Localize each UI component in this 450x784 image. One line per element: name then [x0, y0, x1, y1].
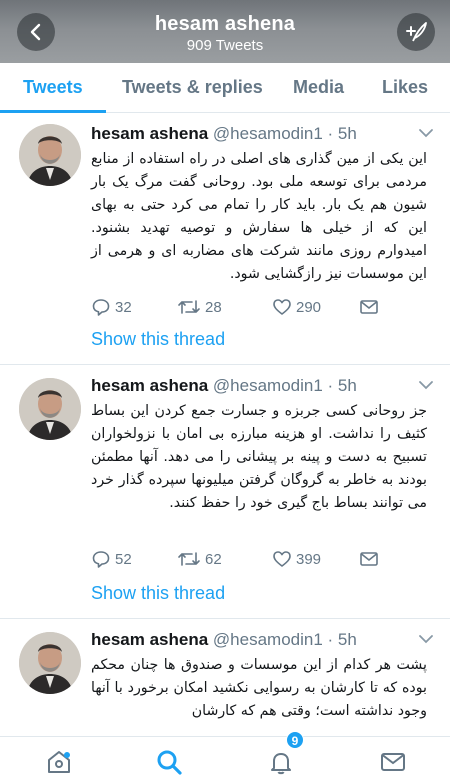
- tweet-count: 909 Tweets: [186, 37, 264, 54]
- tweet-text: این یکی از مین گذاری های اصلی در راه است…: [91, 151, 427, 282]
- retweet-count: 28: [205, 298, 222, 316]
- like-button[interactable]: 290: [272, 297, 321, 317]
- author-handle[interactable]: @hesamodin1: [213, 376, 323, 395]
- tweet-text: پشت هر کدام از این موسسات و صندوق ها چنا…: [91, 657, 427, 719]
- notifications-badge: 9: [286, 731, 304, 749]
- like-count: 399: [296, 550, 322, 568]
- show-thread-link[interactable]: Show this thread: [91, 329, 225, 350]
- show-thread-link[interactable]: Show this thread: [91, 583, 225, 604]
- tweet-time: · 5h: [327, 124, 357, 143]
- reply-icon: [92, 551, 110, 568]
- heart-icon: [273, 551, 291, 567]
- tab-tweets[interactable]: Tweets: [23, 77, 83, 98]
- retweet-button[interactable]: 62: [177, 549, 222, 569]
- tab-likes[interactable]: Likes: [382, 77, 428, 98]
- author-handle[interactable]: @hesamodin1: [213, 124, 323, 143]
- mail-icon: [381, 753, 405, 771]
- chevron-down-icon: [419, 129, 433, 138]
- share-dm-button[interactable]: [359, 297, 383, 317]
- nav-messages[interactable]: [377, 746, 409, 778]
- reply-icon: [92, 299, 110, 316]
- tweet-actions: 32 28 290: [91, 297, 391, 319]
- tweet-header: hesam ashena @hesamodin1 · 5h: [91, 630, 357, 650]
- tweet[interactable]: hesam ashena @hesamodin1 · 5h پشت هر کدا…: [0, 620, 450, 736]
- reply-button[interactable]: 32: [91, 297, 132, 317]
- tweet[interactable]: hesam ashena @hesamodin1 · 5h این یکی از…: [0, 114, 450, 365]
- author-name[interactable]: hesam ashena: [91, 376, 208, 395]
- tab-media[interactable]: Media: [293, 77, 344, 98]
- chevron-down-icon: [419, 381, 433, 390]
- compose-icon: [406, 22, 427, 42]
- profile-name: hesam ashena: [154, 13, 296, 35]
- retweet-button[interactable]: 28: [177, 297, 222, 317]
- home-icon: [48, 751, 70, 773]
- tweet[interactable]: hesam ashena @hesamodin1 · 5h جز روحانی …: [0, 366, 450, 619]
- reply-count: 52: [115, 550, 132, 568]
- tweet-text: جز روحانی کسی جربزه و جسارت جمع کردن این…: [91, 403, 427, 511]
- retweet-icon: [178, 552, 200, 566]
- retweet-count: 62: [205, 550, 222, 568]
- profile-header: hesam ashena 909 Tweets: [0, 0, 450, 63]
- tweet-header: hesam ashena @hesamodin1 · 5h: [91, 376, 357, 396]
- like-button[interactable]: 399: [272, 549, 321, 569]
- tab-tweets-replies[interactable]: Tweets & replies: [122, 77, 263, 98]
- active-tab-indicator: [0, 110, 106, 113]
- reply-button[interactable]: 52: [91, 549, 132, 569]
- tweet-header: hesam ashena @hesamodin1 · 5h: [91, 124, 357, 144]
- heart-icon: [273, 299, 291, 315]
- bell-icon: [271, 753, 291, 775]
- retweet-icon: [178, 300, 200, 314]
- compose-button[interactable]: [397, 13, 435, 51]
- tweet-menu-button[interactable]: [418, 378, 434, 396]
- tweet-time: · 5h: [327, 376, 357, 395]
- tweet-actions: 52 62 399: [91, 549, 391, 571]
- tweet-menu-button[interactable]: [418, 632, 434, 650]
- profile-tabs: Tweets Tweets & replies Media Likes: [0, 63, 450, 113]
- nav-home[interactable]: [43, 746, 75, 778]
- reply-count: 32: [115, 298, 132, 316]
- mail-icon: [360, 552, 378, 566]
- nav-notifications[interactable]: [265, 746, 297, 778]
- chevron-down-icon: [419, 635, 433, 644]
- like-count: 290: [296, 298, 322, 316]
- avatar[interactable]: [19, 632, 81, 694]
- avatar[interactable]: [19, 378, 81, 440]
- nav-search[interactable]: [153, 746, 185, 778]
- bottom-nav: 9: [0, 731, 450, 784]
- share-dm-button[interactable]: [359, 549, 383, 569]
- avatar[interactable]: [19, 124, 81, 186]
- search-icon: [157, 750, 182, 775]
- author-name[interactable]: hesam ashena: [91, 124, 208, 143]
- author-name[interactable]: hesam ashena: [91, 630, 208, 649]
- tweet-menu-button[interactable]: [418, 126, 434, 144]
- mail-icon: [360, 300, 378, 314]
- author-handle[interactable]: @hesamodin1: [213, 630, 323, 649]
- tweet-time: · 5h: [327, 630, 357, 649]
